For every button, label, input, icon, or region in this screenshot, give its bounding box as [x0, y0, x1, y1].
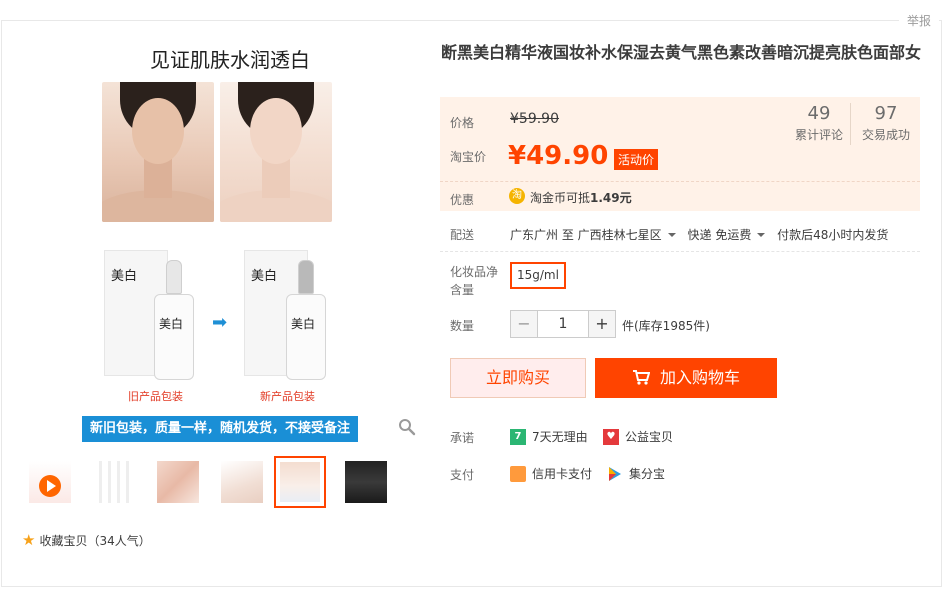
hero-title: 见证肌肤水润透白: [150, 48, 310, 72]
quantity-input[interactable]: 1: [538, 310, 588, 338]
stat-divider: [850, 103, 851, 145]
shipping-label: 配送: [450, 228, 475, 242]
favorite-label: 收藏宝贝（34人气）: [39, 533, 151, 548]
spec-label: 化妆品净含量: [450, 265, 499, 297]
promo-price-label: 淘宝价: [450, 150, 487, 164]
new-bottle: 美白: [286, 260, 326, 380]
payment-credit-card[interactable]: 信用卡支付: [510, 465, 592, 482]
quantity-stepper: − 1 +: [510, 310, 616, 338]
sales-stat: 97 交易成功: [858, 103, 914, 143]
promise-text: 7天无理由: [532, 430, 588, 444]
product-title: 断黑美白精华液国妆补水保湿去黄气黑色素改善暗沉提亮肤色面部女: [441, 43, 922, 62]
add-to-cart-label: 加入购物车: [659, 368, 740, 387]
credit-card-icon: [510, 465, 526, 482]
packaging-banner: 新旧包装，质量一样，随机发货，不接受备注: [82, 416, 358, 442]
discount-label: 优惠: [450, 193, 475, 207]
price-label: 价格: [450, 116, 475, 130]
increase-button[interactable]: +: [588, 310, 616, 338]
new-box-brand: 美白: [251, 269, 278, 284]
old-bottle: 美白: [154, 260, 194, 380]
star-icon: ★: [22, 531, 36, 549]
taobao-coin-icon: 淘: [509, 188, 525, 204]
arrow-right-icon: ➡: [212, 312, 228, 333]
promo-tag: 活动价: [614, 149, 659, 170]
promise-label: 承诺: [450, 431, 475, 445]
shipping-method[interactable]: 快递 免运费: [688, 228, 774, 242]
price-box: 价格 ¥59.90 淘宝价 ¥49.90 活动价 49 累计评论 97 交易成功…: [440, 97, 920, 211]
chevron-down-icon: [667, 232, 676, 237]
payment-text: 信用卡支付: [532, 467, 593, 481]
jifenbao-icon: [609, 466, 621, 481]
buy-now-button[interactable]: 立即购买: [450, 358, 586, 398]
thumbnail-video[interactable]: [24, 456, 76, 508]
stock-text: 件(库存1985件): [622, 319, 710, 333]
seven-day-return-icon: 7: [510, 428, 526, 445]
thumbnail-item[interactable]: [88, 456, 140, 508]
section-divider: [440, 251, 920, 252]
report-link[interactable]: 举报: [898, 12, 939, 29]
reviews-count: 49: [807, 103, 831, 124]
shipping-row: 广东广州 至 广西桂林七星区 快递 免运费 付款后48小时内发货: [510, 226, 888, 243]
favorite-link[interactable]: ★ 收藏宝贝（34人气）: [22, 531, 151, 549]
thumbnail-item-active[interactable]: [274, 456, 326, 508]
before-face-photo: [102, 82, 214, 222]
cart-icon: [632, 370, 650, 385]
play-icon: [39, 475, 61, 497]
quantity-label: 数量: [450, 319, 475, 333]
promise-charity[interactable]: ♥ 公益宝贝: [603, 428, 673, 445]
reviews-stat[interactable]: 49 累计评论: [792, 103, 846, 143]
discount-text: 淘金币可抵1.49元: [530, 191, 632, 205]
sales-count: 97: [874, 103, 898, 124]
add-to-cart-button[interactable]: 加入购物车: [595, 358, 777, 398]
payment-text: 集分宝: [629, 467, 666, 481]
shipping-destination[interactable]: 广西桂林七星区: [578, 228, 684, 242]
sales-label: 交易成功: [861, 128, 910, 142]
zoom-icon[interactable]: [398, 418, 416, 436]
old-bottle-label: 美白: [159, 317, 184, 331]
main-product-image[interactable]: 见证肌肤水润透白 美白 美白 ➡ 美白 美白 旧产品包装 新产品包装 新旧包装，…: [80, 38, 380, 443]
reviews-label: 累计评论: [794, 128, 843, 142]
chevron-down-icon: [757, 232, 766, 237]
payment-label: 支付: [450, 468, 475, 482]
payment-jifenbao[interactable]: 集分宝: [607, 465, 665, 482]
original-price: ¥59.90: [510, 111, 559, 127]
shipping-note: 付款后48小时内发货: [777, 228, 889, 242]
old-pack-label: 旧产品包装: [128, 390, 183, 403]
promise-seven-day-return[interactable]: 7 7天无理由: [510, 428, 588, 445]
old-box-brand: 美白: [111, 269, 138, 284]
discount-amount: 1.49元: [590, 191, 632, 205]
shipping-from: 广东广州 至: [510, 228, 574, 242]
spec-option-selected[interactable]: 15g/ml: [510, 262, 566, 289]
charity-icon: ♥: [603, 428, 619, 445]
new-bottle-label: 美白: [291, 317, 316, 331]
thumbnail-item[interactable]: [216, 456, 268, 508]
after-face-photo: [220, 82, 332, 222]
price-divider: [440, 181, 920, 182]
new-pack-label: 新产品包装: [260, 390, 315, 403]
promise-text: 公益宝贝: [625, 430, 674, 444]
thumbnail-item[interactable]: [340, 456, 392, 508]
decrease-button[interactable]: −: [510, 310, 538, 338]
thumbnail-item[interactable]: [152, 456, 204, 508]
promo-price: ¥49.90: [508, 141, 609, 171]
